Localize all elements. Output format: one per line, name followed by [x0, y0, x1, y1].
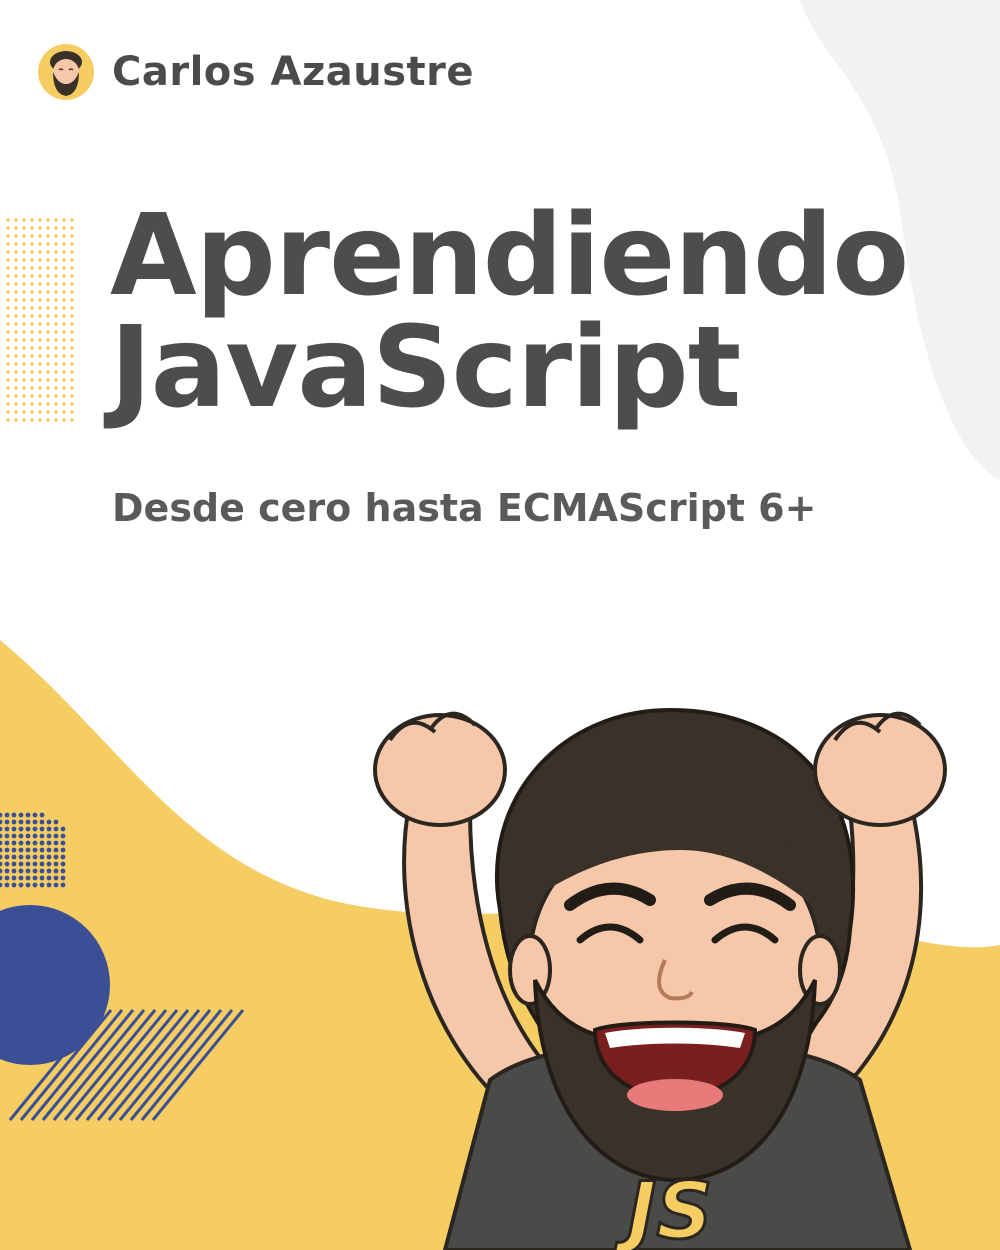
author-avatar-icon — [38, 44, 94, 100]
title-line-1: Aprendiendo — [110, 191, 909, 321]
author-name: Carlos Azaustre — [112, 49, 474, 95]
book-title: Aprendiendo JavaScript — [110, 191, 909, 433]
book-cover: Carlos Azaustre Aprendiendo JavaScript D… — [0, 0, 1000, 1250]
cheering-bearded-man: JS — [373, 707, 947, 1250]
author-byline: Carlos Azaustre — [36, 40, 474, 104]
title-line-2: JavaScript — [110, 303, 741, 433]
yellow-dot-grid — [6, 218, 74, 422]
book-subtitle: Desde cero hasta ECMAScript 6+ — [112, 486, 817, 530]
shirt-js-text: JS — [614, 1167, 712, 1250]
